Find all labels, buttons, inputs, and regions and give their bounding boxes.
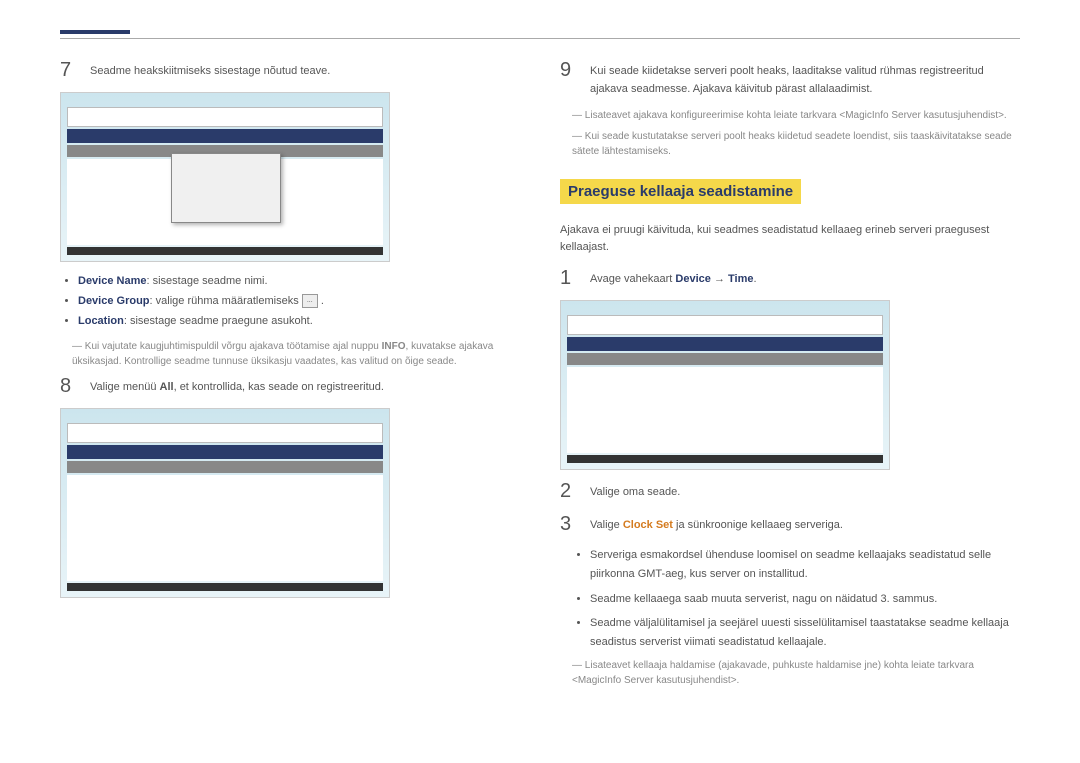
t: Avage vahekaart xyxy=(590,273,675,285)
step-number: 2 xyxy=(560,480,578,503)
right-column: 9 Kui seade kiidetakse serveri poolt hea… xyxy=(560,59,1020,694)
screenshot-approve-dialog xyxy=(60,92,390,262)
header-rule xyxy=(60,38,1020,39)
step-number: 8 xyxy=(60,375,78,398)
step-text: Valige menüü All, et kontrollida, kas se… xyxy=(90,375,520,397)
step-2: 2 Valige oma seade. xyxy=(560,480,1020,503)
note-config: ― Lisateavet ajakava konfigureerimise ko… xyxy=(572,108,1020,123)
header-accent xyxy=(60,30,130,34)
bullet-device-group: Device Group: valige rühma määratlemisek… xyxy=(78,292,520,312)
note-info: ― Kui vajutate kaugjuhtimispuldil võrgu … xyxy=(72,339,520,369)
step-number: 1 xyxy=(560,267,578,290)
step-number: 7 xyxy=(60,59,78,82)
note-delete: ― Kui seade kustutatakse serveri poolt h… xyxy=(572,129,1020,159)
text: : valige rühma määratlemiseks xyxy=(150,295,302,307)
step-3: 3 Valige Clock Set ja sünkroonige kellaa… xyxy=(560,513,1020,536)
intro-text: Ajakava ei pruugi käivituda, kui seadmes… xyxy=(560,222,1020,255)
t: Lisateavet ajakava konfigureerimise koht… xyxy=(585,110,845,121)
t: kasutusjuhendist>. xyxy=(921,110,1007,121)
step-7: 7 Seadme heakskiitmiseks sisestage nõutu… xyxy=(60,59,520,82)
step-number: 9 xyxy=(560,59,578,82)
product-name: MagicInfo Server xyxy=(578,675,654,686)
step-number: 3 xyxy=(560,513,578,536)
sub-bullet: Seadme väljalülitamisel ja seejärel uues… xyxy=(590,614,1020,651)
t: , et kontrollida, kas seade on registree… xyxy=(174,381,384,393)
t: All xyxy=(160,381,174,393)
sub-bullet: Seadme kellaaega saab muuta serverist, n… xyxy=(590,590,1020,609)
bullet-location: Location: sisestage seadme praegune asuk… xyxy=(78,312,520,332)
time-sub-bullets: Serveriga esmakordsel ühenduse loomisel … xyxy=(590,546,1020,651)
screenshot-device-time xyxy=(560,300,890,470)
t: kasutusjuhendist>. xyxy=(653,675,739,686)
page-columns: 7 Seadme heakskiitmiseks sisestage nõutu… xyxy=(60,59,1020,694)
t: Time xyxy=(728,273,753,285)
sub-bullet: Serveriga esmakordsel ühenduse loomisel … xyxy=(590,546,1020,583)
label: Location xyxy=(78,315,124,327)
t: → xyxy=(711,273,728,285)
note-time-manage: ― Lisateavet kellaaja haldamise (ajakava… xyxy=(572,658,1020,688)
step-text: Kui seade kiidetakse serveri poolt heaks… xyxy=(590,59,1020,98)
step-text: Valige Clock Set ja sünkroonige kellaaeg… xyxy=(590,513,1020,535)
t: ja sünkroonige kellaaeg serveriga. xyxy=(673,519,843,531)
product-name: MagicInfo Server xyxy=(845,110,921,121)
screenshot-all-devices xyxy=(60,408,390,598)
note-text-a: Kui vajutate kaugjuhtimispuldil võrgu aj… xyxy=(85,341,382,352)
step-8: 8 Valige menüü All, et kontrollida, kas … xyxy=(60,375,520,398)
step-text: Avage vahekaart Device → Time. xyxy=(590,267,1020,289)
section-heading-time: Praeguse kellaaja seadistamine xyxy=(560,179,801,204)
label: Device Name xyxy=(78,275,147,287)
t: Valige xyxy=(590,519,623,531)
t: Device xyxy=(675,273,710,285)
text: : sisestage seadme praegune asukoht. xyxy=(124,315,313,327)
step-text: Valige oma seade. xyxy=(590,480,1020,502)
text: : sisestage seadme nimi. xyxy=(147,275,268,287)
note-bold: INFO xyxy=(382,341,406,352)
step-9: 9 Kui seade kiidetakse serveri poolt hea… xyxy=(560,59,1020,98)
t: . xyxy=(754,273,757,285)
bullet-device-name: Device Name: sisestage seadme nimi. xyxy=(78,272,520,292)
field-bullets: Device Name: sisestage seadme nimi. Devi… xyxy=(78,272,520,331)
browse-icon: ... xyxy=(302,294,318,308)
step-text: Seadme heakskiitmiseks sisestage nõutud … xyxy=(90,59,520,81)
t: Kui seade kustutatakse serveri poolt hea… xyxy=(572,131,1012,157)
t: Valige menüü xyxy=(90,381,160,393)
label: Device Group xyxy=(78,295,150,307)
t: Clock Set xyxy=(623,519,673,531)
left-column: 7 Seadme heakskiitmiseks sisestage nõutu… xyxy=(60,59,520,694)
step-1: 1 Avage vahekaart Device → Time. xyxy=(560,267,1020,290)
